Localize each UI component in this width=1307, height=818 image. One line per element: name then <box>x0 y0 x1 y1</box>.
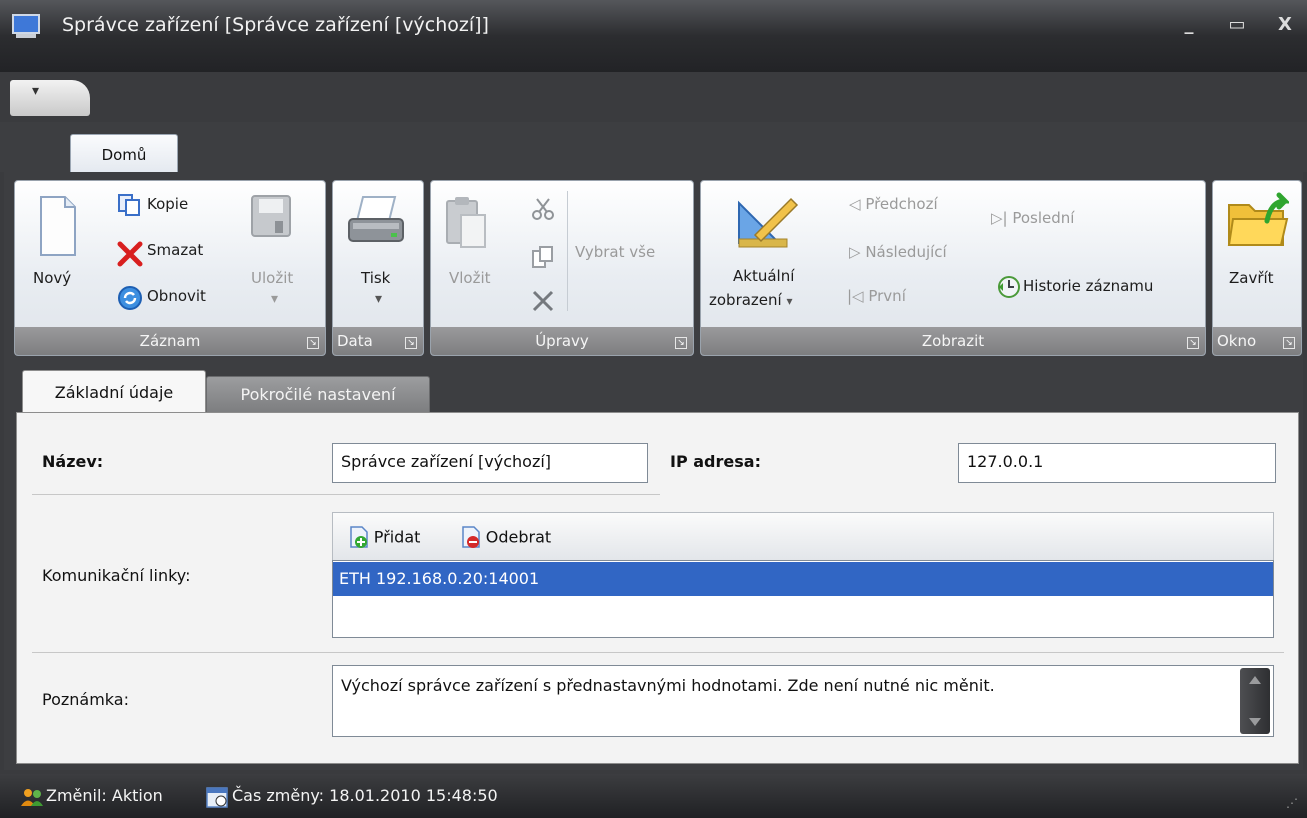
printer-icon <box>345 195 407 253</box>
app-monitor-icon <box>12 14 40 40</box>
tab-advanced-settings[interactable]: Pokročilé nastavení <box>206 376 430 413</box>
dialog-launcher-upravy[interactable]: ↘ <box>675 337 687 349</box>
ribbon-tab-strip <box>0 122 1307 172</box>
dialog-launcher-okno[interactable]: ↘ <box>1283 337 1295 349</box>
quick-access-dropdown-button[interactable]: ▾ <box>10 80 90 116</box>
delete-button[interactable]: Smazat <box>147 241 203 259</box>
group-zobrazit: Aktuální zobrazení ▾ ◁ Předchozí ▷ Násle… <box>700 180 1206 356</box>
note-scrollbar[interactable] <box>1240 668 1270 734</box>
select-all-button[interactable]: Vybrat vše <box>575 243 655 261</box>
links-toolbar: Přidat Odebrat <box>332 512 1274 560</box>
name-field[interactable]: Správce zařízení [výchozí] <box>332 443 648 483</box>
calendar-icon <box>206 786 228 808</box>
remove-document-icon <box>461 525 481 549</box>
first-button[interactable]: |◁ První <box>847 287 906 305</box>
print-dropdown-arrow-icon[interactable]: ▾ <box>375 291 382 307</box>
scroll-down-arrow-icon[interactable] <box>1249 718 1261 726</box>
scroll-up-arrow-icon[interactable] <box>1249 676 1261 684</box>
refresh-icon <box>117 285 143 311</box>
remove-link-button[interactable]: Odebrat <box>461 525 551 549</box>
ruler-pencil-icon <box>735 195 799 251</box>
changed-by-text: Změnil: Aktion <box>46 786 163 805</box>
close-folder-icon <box>1227 191 1289 249</box>
group-zaznam: Nový Kopie Smazat Obnovit Uložit ▾ Zázna… <box>14 180 326 356</box>
add-link-button[interactable]: Přidat <box>349 525 420 549</box>
delete-x-icon <box>117 241 143 267</box>
tab-basic-info[interactable]: Základní údaje <box>22 370 206 415</box>
history-button[interactable]: Historie záznamu <box>1023 277 1153 295</box>
paste-clipboard-icon <box>445 195 487 249</box>
save-dropdown-arrow-icon[interactable]: ▾ <box>271 291 278 307</box>
maximize-button[interactable]: ▭ <box>1220 14 1254 35</box>
users-icon <box>20 787 44 807</box>
note-text: Výchozí správce zařízení s přednastavným… <box>341 676 995 695</box>
dialog-launcher-zaznam[interactable]: ↘ <box>307 337 319 349</box>
quick-access-toolbar: ▾ <box>0 72 100 122</box>
group-okno: Zavřít Okno ↘ <box>1212 180 1302 356</box>
communication-links-label: Komunikační linky: <box>42 566 191 585</box>
previous-button[interactable]: ◁ Předchozí <box>849 195 938 213</box>
last-button[interactable]: ▷| Poslední <box>991 209 1074 227</box>
save-button[interactable]: Uložit <box>251 269 293 287</box>
minimize-button[interactable]: _ <box>1172 14 1206 35</box>
copy-icon <box>117 193 141 217</box>
close-record-button[interactable]: Zavřít <box>1229 269 1274 287</box>
add-document-icon <box>349 525 369 549</box>
note-textarea[interactable]: Výchozí správce zařízení s přednastavným… <box>332 665 1274 737</box>
copy-button[interactable]: Kopie <box>147 195 188 213</box>
new-button[interactable]: Nový <box>33 269 71 287</box>
print-button[interactable]: Tisk <box>361 269 390 287</box>
dialog-launcher-data[interactable]: ↘ <box>405 337 417 349</box>
resize-grip-icon[interactable]: ⋰ <box>1286 796 1298 810</box>
dialog-launcher-zobrazit[interactable]: ↘ <box>1187 337 1199 349</box>
current-view-line1[interactable]: Aktuální <box>733 267 794 285</box>
save-disk-icon <box>251 195 291 237</box>
next-button[interactable]: ▷ Následující <box>849 243 947 261</box>
cut-scissors-icon[interactable] <box>531 197 555 221</box>
copy-pages-icon[interactable] <box>531 245 555 269</box>
history-clock-icon <box>997 275 1021 299</box>
group-data: Tisk ▾ Data ↘ <box>332 180 424 356</box>
ip-address-label: IP adresa: <box>670 452 761 471</box>
paste-button[interactable]: Vložit <box>449 269 491 287</box>
name-label: Název: <box>42 452 104 471</box>
group-label-upravy: Úpravy <box>431 327 693 355</box>
group-upravy: Vložit Vybrat vše Úpravy ↘ <box>430 180 694 356</box>
group-separator <box>567 191 568 311</box>
clear-x-icon[interactable] <box>531 289 555 313</box>
title-bar: Správce zařízení [Správce zařízení [vých… <box>0 0 1307 72</box>
window-title: Správce zařízení [Správce zařízení [vých… <box>62 14 489 36</box>
separator-line <box>32 652 1284 653</box>
status-bar: Změnil: Aktion Čas změny: 18.01.2010 15:… <box>0 774 1307 818</box>
list-item-selected[interactable]: ETH 192.168.0.20:14001 <box>333 562 1273 596</box>
refresh-button[interactable]: Obnovit <box>147 287 206 305</box>
changed-time-text: Čas změny: 18.01.2010 15:48:50 <box>232 786 498 805</box>
note-label: Poznámka: <box>42 690 129 709</box>
ip-address-field[interactable]: 127.0.0.1 <box>958 443 1276 483</box>
group-label-zaznam: Záznam <box>15 327 325 355</box>
separator-line <box>32 494 660 495</box>
group-label-zobrazit: Zobrazit <box>701 327 1205 355</box>
close-window-button[interactable]: X <box>1268 14 1302 35</box>
tab-home[interactable]: Domů <box>70 134 178 175</box>
new-document-icon <box>39 195 77 257</box>
current-view-button[interactable]: zobrazení ▾ <box>709 291 793 309</box>
